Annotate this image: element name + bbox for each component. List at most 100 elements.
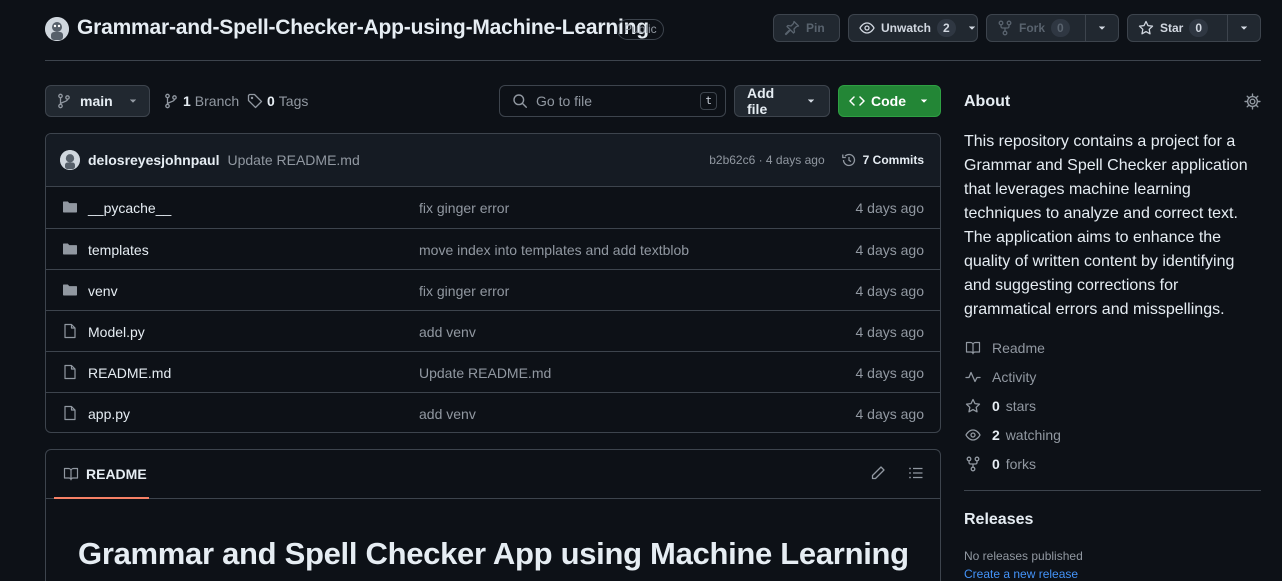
branch-icon [163,93,179,109]
file-icon [62,364,78,380]
activity-link[interactable]: Activity [964,369,1036,385]
pulse-icon [964,369,982,385]
commit-author-avatar[interactable] [60,150,80,170]
readme-tab[interactable]: README [54,450,149,499]
activity-label: Activity [992,369,1037,385]
book-icon [63,466,79,482]
file-name-link[interactable]: README.md [88,365,171,381]
readme-link-label: Readme [992,340,1045,356]
star-button[interactable]: Star 0 [1127,14,1261,42]
file-commit-date: 4 days ago [855,365,925,381]
fork-dropdown[interactable] [1085,15,1118,41]
eye-icon [859,20,875,36]
stars-label: stars [1005,398,1037,414]
gear-icon[interactable] [1244,93,1261,110]
file-commit-message[interactable]: Update README.md [419,365,551,381]
fork-counter: 0 [1051,19,1070,37]
code-button[interactable]: Code [838,85,941,117]
file-commit-date: 4 days ago [855,200,925,216]
file-row[interactable]: Model.py add venv 4 days ago [46,310,940,351]
repo-owner-avatar[interactable] [45,17,69,41]
pin-button[interactable]: Pin [773,14,840,42]
star-dropdown[interactable] [1227,15,1260,41]
file-name-link[interactable]: __pycache__ [88,200,171,216]
about-description: This repository contains a project for a… [964,133,1248,318]
file-browser: delosreyesjohnpaul Update README.md b2b6… [45,133,941,433]
chevron-down-icon [918,95,930,107]
eye-icon [964,427,982,443]
forks-label: forks [1005,456,1037,472]
file-row[interactable]: __pycache__ fix ginger error 4 days ago [46,187,940,228]
fork-label: Fork [1019,21,1046,35]
branches-link[interactable]: 1 Branch [163,93,239,109]
readme-tab-label: README [86,465,147,482]
add-file-label: Add file [747,85,775,117]
code-label: Code [871,93,906,109]
tag-count-label: Tags [278,93,309,109]
forks-count: 0 [992,456,1000,472]
pencil-icon[interactable] [870,465,886,481]
repo-name-link[interactable]: Grammar-and-Spell-Checker-App-using-Mach… [77,16,649,40]
watch-counter: 2 [937,19,956,37]
file-commit-message[interactable]: move index into templates and add textbl… [419,242,689,258]
star-icon [964,398,982,414]
chevron-down-icon [805,95,817,107]
sidebar-divider [964,490,1261,491]
list-outline-icon[interactable] [908,465,924,481]
file-row[interactable]: app.py add venv 4 days ago [46,392,940,432]
star-label: Star [1160,21,1184,35]
visibility-badge: Public [617,19,664,40]
fork-icon [997,20,1013,36]
forks-link[interactable]: 0 forks [964,456,1036,472]
latest-commit-bar: delosreyesjohnpaul Update README.md b2b6… [46,134,940,187]
file-name-link[interactable]: app.py [88,406,130,422]
file-name-link[interactable]: templates [88,242,149,258]
file-icon [62,405,78,421]
commit-message[interactable]: Update README.md [227,152,359,168]
watching-link[interactable]: 2 watching [964,427,1061,443]
file-commit-message[interactable]: add venv [419,324,476,340]
commits-link[interactable]: 7 Commits [841,152,924,168]
star-counter: 0 [1189,19,1209,37]
file-icon [62,323,78,339]
file-name-link[interactable]: venv [88,283,118,299]
folder-icon [62,282,78,298]
go-to-file-input[interactable]: Go to file t [499,85,726,117]
folder-icon [62,241,78,257]
file-commit-message[interactable]: fix ginger error [419,200,509,216]
readme-link[interactable]: Readme [964,340,1045,356]
add-file-button[interactable]: Add file [734,85,830,117]
stars-count: 0 [992,398,1000,414]
file-row[interactable]: templates move index into templates and a… [46,228,940,269]
branch-count: 1 [183,93,191,109]
file-name-link[interactable]: Model.py [88,324,145,340]
create-release-link[interactable]: Create a new release [964,567,1078,581]
file-row[interactable]: README.md Update README.md 4 days ago [46,351,940,392]
fork-button[interactable]: Fork 0 [986,14,1119,42]
file-row[interactable]: venv fix ginger error 4 days ago [46,269,940,310]
branch-selector[interactable]: main [45,85,150,117]
watch-dropdown[interactable] [964,15,978,41]
pin-icon [784,20,800,36]
branch-name: main [80,93,113,109]
fork-icon [964,456,982,472]
file-commit-date: 4 days ago [855,283,925,299]
chevron-down-icon [1238,22,1250,34]
chevron-down-icon [966,22,978,34]
code-icon [849,93,865,109]
branch-count-label: Branch [194,93,240,109]
commit-sha-time[interactable]: b2b62c6 · 4 days ago [709,153,824,167]
readme-panel: README Grammar and Spell Checker App usi… [45,449,941,581]
stars-link[interactable]: 0 stars [964,398,1036,414]
tags-link[interactable]: 0 Tags [247,93,308,109]
unwatch-label: Unwatch [881,21,932,35]
file-commit-message[interactable]: add venv [419,406,476,422]
commit-author[interactable]: delosreyesjohnpaul [88,152,219,168]
file-commit-message[interactable]: fix ginger error [419,283,509,299]
unwatch-button[interactable]: Unwatch 2 [848,14,978,42]
releases-heading[interactable]: Releases [964,511,1033,529]
branch-icon [56,93,72,109]
chevron-down-icon [127,95,139,107]
tag-icon [247,93,263,109]
file-commit-date: 4 days ago [855,242,925,258]
